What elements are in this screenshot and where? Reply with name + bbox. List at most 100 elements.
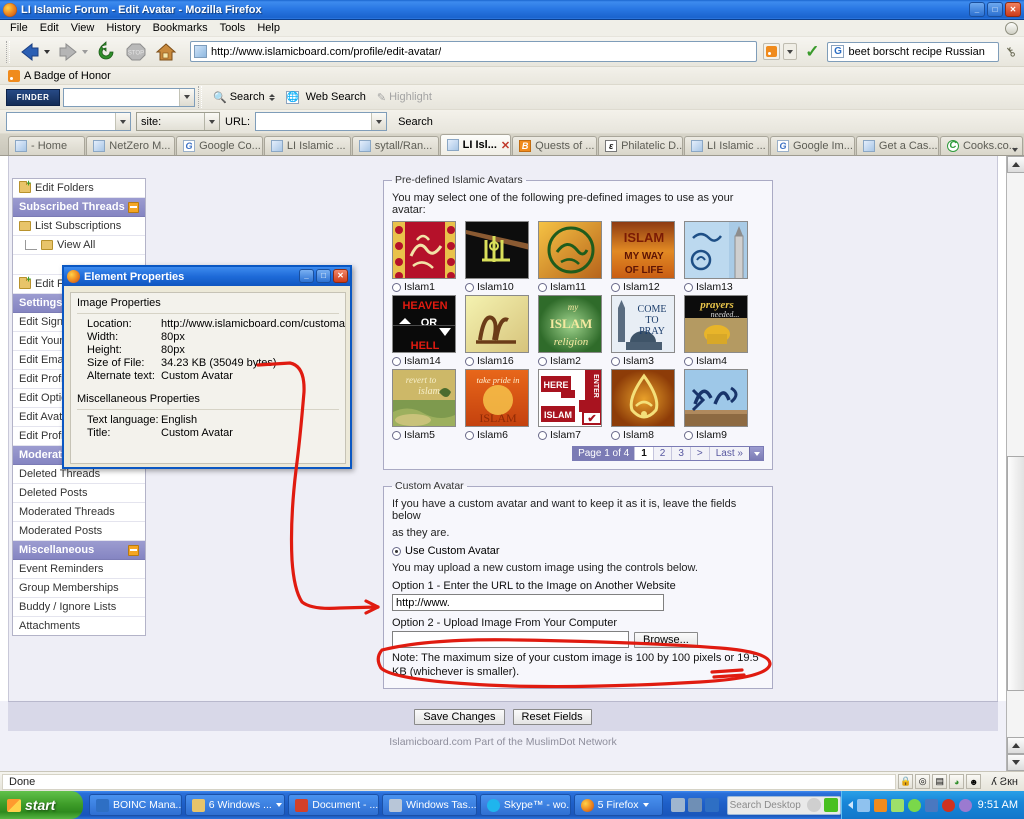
avatar-option-islam5[interactable]: revert to islam Islam5: [392, 369, 456, 441]
shield-tray-icon[interactable]: [907, 798, 921, 812]
avatar-option-islam3[interactable]: COME TO PRAY Islam3: [611, 295, 675, 367]
sidebar-item-attachments[interactable]: Attachments: [13, 617, 145, 635]
avatar-option-islam10[interactable]: Islam10: [465, 221, 529, 293]
avatar-thumbnail[interactable]: [684, 221, 748, 279]
avatar-option-islam16[interactable]: Islam16: [465, 295, 529, 367]
menu-history[interactable]: History: [100, 21, 146, 35]
pagination-page-3[interactable]: 3: [671, 447, 690, 460]
back-dropdown-caret[interactable]: [44, 49, 50, 54]
avatar-thumbnail[interactable]: [538, 221, 602, 279]
avatar-file-input[interactable]: [392, 631, 629, 648]
globe-icon[interactable]: [1005, 22, 1018, 35]
avatar-radio[interactable]: [392, 356, 401, 366]
media-icon[interactable]: [687, 798, 702, 812]
avatar-option-islam12[interactable]: ISLAM MY WAY OF LIFE Islam12: [611, 221, 675, 293]
tab-cooks-co[interactable]: C Cooks.co...: [939, 136, 1023, 155]
element-properties-dialog[interactable]: Element Properties _ □ ✕ Image Propertie…: [62, 265, 352, 469]
finder-query-dropdown[interactable]: [179, 88, 194, 106]
tab-quests-of[interactable]: B Quests of ...: [512, 136, 598, 155]
search-bar[interactable]: G beet borscht recipe Russian: [827, 41, 1000, 62]
use-custom-avatar-radio[interactable]: [392, 546, 401, 556]
toolbar-gripper[interactable]: [6, 40, 10, 63]
dialog-minimize-button[interactable]: _: [299, 269, 314, 283]
tab-philatelic-d[interactable]: ɛ Philatelic D...: [598, 136, 684, 155]
taskbar-button-windows-group[interactable]: 6 Windows ...: [184, 794, 286, 816]
sidebar-item-moderated-posts[interactable]: Moderated Posts: [13, 522, 145, 541]
finder-url-dropdown[interactable]: [371, 113, 387, 130]
windows-icon[interactable]: ▤: [932, 774, 948, 789]
back-button[interactable]: [16, 41, 52, 63]
shield-icon[interactable]: ◎: [915, 774, 931, 789]
avatar-option-islam11[interactable]: Islam11: [538, 221, 602, 293]
finder-keyword-combo[interactable]: [6, 112, 131, 131]
chevron-down-icon[interactable]: [275, 803, 282, 807]
avatar-thumbnail[interactable]: ISLAM MY WAY OF LIFE: [611, 221, 675, 279]
go-icon[interactable]: [823, 798, 838, 812]
avatar-thumbnail[interactable]: [392, 221, 456, 279]
page-scrollbar[interactable]: [1006, 156, 1024, 771]
avatar-thumbnail[interactable]: [684, 369, 748, 427]
scroll-down-button[interactable]: [1007, 754, 1024, 771]
menu-view[interactable]: View: [65, 21, 101, 35]
avatar-thumbnail[interactable]: HEAVEN OR HELL: [392, 295, 456, 353]
avatar-radio[interactable]: [684, 356, 693, 366]
avatar-thumbnail[interactable]: take pride in ISLAM: [465, 369, 529, 427]
pagination-page-1[interactable]: 1: [634, 447, 653, 460]
tab-close-icon[interactable]: ✕: [501, 139, 510, 152]
sidebar-item-deleted-posts[interactable]: Deleted Posts: [13, 484, 145, 503]
key-icon[interactable]: ⚷: [1002, 42, 1020, 60]
menu-tools[interactable]: Tools: [214, 21, 252, 35]
avatar-radio[interactable]: [611, 430, 620, 440]
boinc-tray-icon[interactable]: [924, 798, 938, 812]
alert-tray-icon[interactable]: [941, 798, 955, 812]
clock-tray-icon[interactable]: [958, 798, 972, 812]
sidebar-item-moderated-threads[interactable]: Moderated Threads: [13, 503, 145, 522]
green-circle-icon[interactable]: ◕: [949, 774, 965, 789]
pagination-dropdown[interactable]: [749, 447, 763, 460]
maximize-button[interactable]: □: [987, 2, 1003, 17]
close-button[interactable]: ✕: [1005, 2, 1021, 17]
tab-google-im[interactable]: G Google Im...: [769, 136, 855, 155]
avatar-option-islam8[interactable]: Islam8: [611, 369, 675, 441]
finder-site-dropdown[interactable]: [204, 113, 219, 130]
avatar-thumbnail[interactable]: [611, 369, 675, 427]
avatar-url-input[interactable]: http://www.: [392, 594, 664, 611]
start-button[interactable]: start: [0, 791, 83, 819]
taskbar-button-firefox-group[interactable]: 5 Firefox: [573, 794, 663, 816]
mask-icon[interactable]: ☻: [966, 774, 982, 789]
menu-edit[interactable]: Edit: [34, 21, 65, 35]
avatar-option-islam4[interactable]: prayers needed... Islam4: [684, 295, 748, 367]
address-dropdown-button[interactable]: [783, 43, 798, 60]
avatar-thumbnail[interactable]: revert to islam: [392, 369, 456, 427]
taskbar-button-skype[interactable]: Skype™ - wo...: [479, 794, 571, 816]
sidebar-item-group-memberships[interactable]: Group Memberships: [13, 579, 145, 598]
lock-icon[interactable]: 🔒: [898, 774, 914, 789]
taskbar-button-boinc[interactable]: BOINC Mana...: [89, 794, 182, 816]
tab-li-islamic-2[interactable]: LI Islamic ...: [684, 136, 769, 155]
avatar-radio[interactable]: [538, 356, 547, 366]
pen-icon[interactable]: [670, 798, 685, 812]
finder-search-submit[interactable]: Search: [398, 116, 433, 128]
finder-site-combo[interactable]: site:: [136, 112, 220, 131]
rss-feed-button[interactable]: [763, 43, 781, 60]
menu-file[interactable]: File: [4, 21, 34, 35]
avatar-thumbnail[interactable]: HERE ENTER ISLAM ✔: [538, 369, 602, 427]
avatar-thumbnail[interactable]: COME TO PRAY: [611, 295, 675, 353]
tab-li-islamic-1[interactable]: LI Islamic ...: [263, 136, 351, 155]
finder-url-combo[interactable]: [255, 112, 388, 131]
finder-highlight-button[interactable]: ✎ Highlight: [373, 91, 436, 104]
avatar-option-islam14[interactable]: HEAVEN OR HELL Islam14: [392, 295, 456, 367]
avatar-option-islam13[interactable]: Islam13: [684, 221, 748, 293]
reload-button[interactable]: [92, 40, 120, 63]
reset-fields-button[interactable]: Reset Fields: [512, 708, 592, 725]
tab-netzero[interactable]: NetZero M...: [86, 136, 176, 155]
avatar-radio[interactable]: [465, 430, 474, 440]
taskbar-button-windows-task[interactable]: Windows Tas...: [382, 794, 477, 816]
search-icon[interactable]: [806, 798, 821, 812]
tray-expand-icon[interactable]: [847, 801, 853, 809]
tab-home[interactable]: - Home: [8, 136, 86, 155]
tab-sytall-ran[interactable]: sytall/Ran...: [351, 136, 439, 155]
pagination-next[interactable]: >: [689, 447, 709, 460]
sidebar-item-view-all[interactable]: View All: [13, 236, 145, 255]
finder-web-search-button[interactable]: 🌐 Web Search: [282, 90, 370, 104]
